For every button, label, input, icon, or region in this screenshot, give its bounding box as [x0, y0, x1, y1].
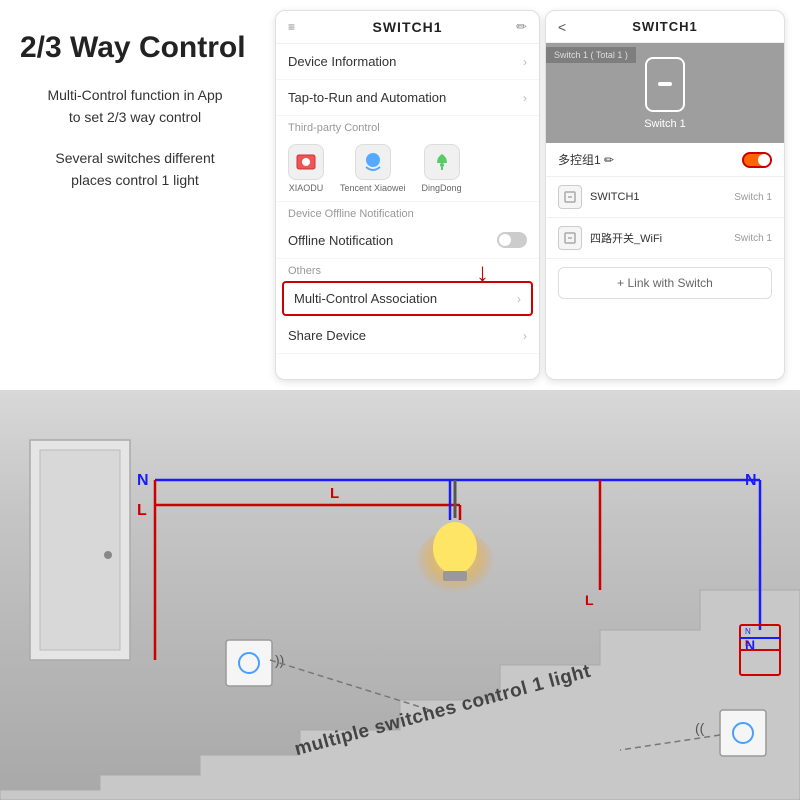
- chevron-icon-2: ›: [523, 91, 527, 105]
- offline-toggle[interactable]: [497, 232, 527, 248]
- wifi-switch-name: 四路开关_WiFi: [590, 230, 662, 246]
- multicontrol-row[interactable]: 多控组1 ✏: [546, 143, 784, 177]
- offline-section-label: Device Offline Notification: [276, 202, 539, 222]
- svg-text:N: N: [745, 472, 757, 489]
- switch-device-icon: [645, 57, 685, 112]
- svg-text:L: L: [137, 502, 147, 519]
- link-switch-button[interactable]: + Link with Switch: [558, 267, 772, 299]
- share-label: Share Device: [288, 328, 366, 343]
- svg-text:N: N: [137, 472, 149, 489]
- svg-text:L: L: [745, 639, 750, 648]
- multicontrol-toggle[interactable]: [742, 152, 772, 168]
- tencent-label: Tencent Xiaowei: [340, 183, 406, 193]
- svg-text:N: N: [745, 627, 751, 636]
- chevron-icon-4: ›: [523, 329, 527, 343]
- svg-text:L: L: [330, 485, 339, 502]
- xiaodu-icon: [288, 144, 324, 180]
- dingdong-label: DingDong: [422, 183, 462, 193]
- phone-right-title: SWITCH1: [632, 19, 698, 34]
- switch-list-wifi[interactable]: 四路开关_WiFi Switch 1: [546, 218, 784, 259]
- desc2: Several switches differentplaces control…: [20, 147, 250, 192]
- switch1-icon: [558, 185, 582, 209]
- chevron-icon-3: ›: [517, 292, 521, 306]
- switch-preview-label: Switch 1: [644, 118, 686, 130]
- wiring-diagram-svg: N N L L N L )): [0, 390, 800, 800]
- menu-item-tap-run[interactable]: Tap-to-Run and Automation ›: [276, 80, 539, 116]
- svg-text:L: L: [585, 592, 594, 608]
- multicontrol-label: Multi-Control Association: [294, 291, 437, 306]
- desc1: Multi-Control function in Appto set 2/3 …: [20, 84, 250, 129]
- menu-icon: ≡: [288, 20, 295, 34]
- switch-list-switch1[interactable]: SWITCH1 Switch 1: [546, 177, 784, 218]
- switch1-left: SWITCH1: [558, 185, 640, 209]
- switch1-type: Switch 1: [734, 192, 772, 203]
- svg-text:)): )): [275, 652, 284, 668]
- wifi-switch-left: 四路开关_WiFi: [558, 226, 662, 250]
- menu-item-offline[interactable]: Offline Notification ↓: [276, 222, 539, 259]
- device-info-label: Device Information: [288, 54, 396, 69]
- red-arrow-indicator: ↓: [476, 257, 489, 288]
- phone-left-title: SWITCH1: [373, 19, 443, 35]
- others-section-label: Others: [276, 259, 539, 279]
- dingdong-icon: [424, 144, 460, 180]
- left-panel: 2/3 Way Control Multi-Control function i…: [0, 0, 270, 390]
- switch-preview-area: Switch 1 ( Total 1 ) Switch 1: [546, 43, 784, 143]
- phone-left: ≡ SWITCH1 ✏ Device Information › Tap-to-…: [275, 10, 540, 380]
- menu-item-device-info[interactable]: Device Information ›: [276, 44, 539, 80]
- wifi-switch-icon: [558, 226, 582, 250]
- top-section: 2/3 Way Control Multi-Control function i…: [0, 0, 800, 390]
- breadcrumb: Switch 1 ( Total 1 ): [546, 47, 636, 63]
- third-party-section-label: Third-party Control: [276, 116, 539, 136]
- menu-item-share[interactable]: Share Device ›: [276, 318, 539, 354]
- phone-right: < SWITCH1 Switch 1 ( Total 1 ) Switch 1 …: [545, 10, 785, 380]
- tencent-icon: [355, 144, 391, 180]
- chevron-icon: ›: [523, 55, 527, 69]
- switch1-name: SWITCH1: [590, 191, 640, 203]
- dingdong-icon-item[interactable]: DingDong: [422, 144, 462, 193]
- menu-item-multicontrol[interactable]: Multi-Control Association ›: [282, 281, 533, 316]
- xiaodu-icon-item[interactable]: XIAODU: [288, 144, 324, 193]
- edit-icon[interactable]: ✏: [516, 19, 527, 35]
- xiaodu-label: XIAODU: [289, 183, 324, 193]
- tap-run-label: Tap-to-Run and Automation: [288, 90, 446, 105]
- third-party-icons: XIAODU Tencent Xiaowei DingDong: [276, 136, 539, 202]
- phone-right-header: < SWITCH1: [546, 11, 784, 43]
- svg-text:((: ((: [695, 720, 705, 736]
- phone-left-header: ≡ SWITCH1 ✏: [276, 11, 539, 44]
- multicontrol-group-label: 多控组1 ✏: [558, 151, 614, 168]
- wifi-switch-type: Switch 1: [734, 233, 772, 244]
- bottom-diagram: N N L L N L )): [0, 390, 800, 800]
- offline-label: Offline Notification: [288, 233, 393, 248]
- main-title: 2/3 Way Control: [20, 30, 250, 66]
- tencent-icon-item[interactable]: Tencent Xiaowei: [340, 144, 406, 193]
- back-button[interactable]: <: [558, 19, 566, 35]
